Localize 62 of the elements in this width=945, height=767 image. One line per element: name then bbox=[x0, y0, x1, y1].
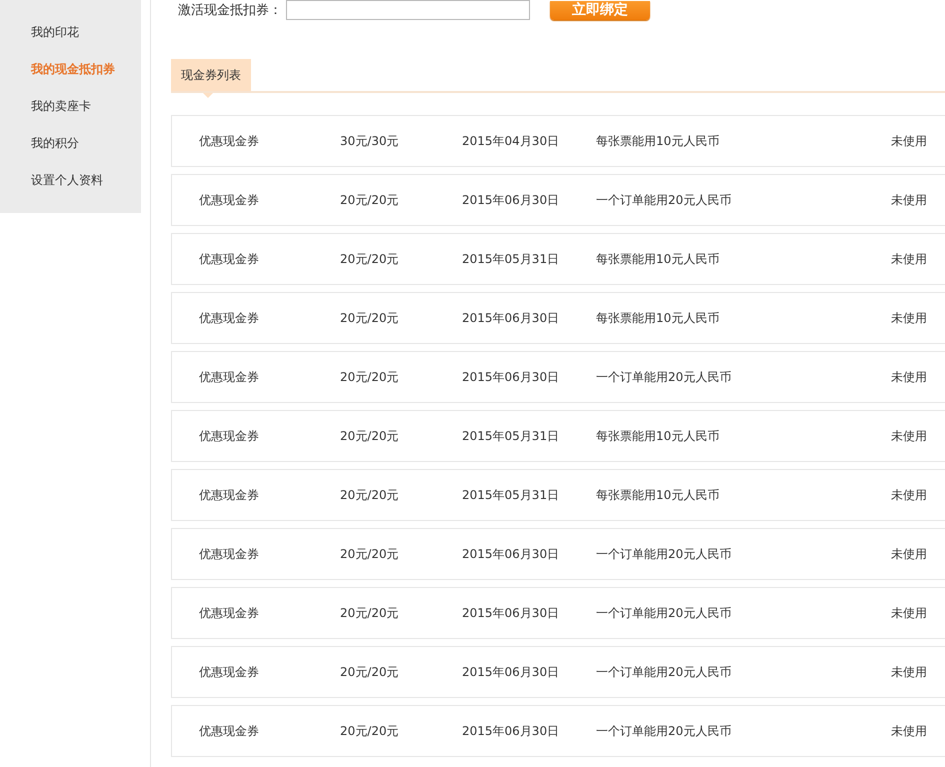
coupon-amount: 20元/20元 bbox=[340, 192, 400, 208]
coupon-name: 优惠现金券 bbox=[199, 368, 260, 386]
coupon-status: 未使用 bbox=[891, 722, 928, 740]
usage-rule: 一个订单能用20元人民币 bbox=[596, 664, 732, 680]
expiry-date: 2015年04月30日 bbox=[462, 132, 560, 150]
coupon-name: 优惠现金券 bbox=[199, 428, 260, 444]
expiry-date: 2015年05月31日 bbox=[462, 428, 560, 444]
coupon-amount: 20元/20元 bbox=[340, 428, 400, 444]
sidebar-item[interactable]: 我的印花 bbox=[0, 20, 141, 57]
usage-rule: 每张票能用10元人民币 bbox=[596, 132, 720, 150]
expiry-date: 2015年06月30日 bbox=[462, 546, 560, 562]
coupon-amount: 20元/20元 bbox=[340, 604, 400, 622]
coupon-name: 优惠现金券 bbox=[199, 192, 260, 208]
usage-rule: 一个订单能用20元人民币 bbox=[596, 546, 732, 562]
coupon-amount: 20元/20元 bbox=[340, 664, 400, 680]
sidebar-item[interactable]: 设置个人资料 bbox=[0, 168, 141, 205]
usage-rule: 一个订单能用20元人民币 bbox=[596, 604, 732, 622]
tab[interactable]: 现金券列表 bbox=[171, 59, 251, 98]
coupon-amount: 20元/20元 bbox=[340, 486, 400, 504]
coupon-status: 未使用 bbox=[891, 310, 928, 326]
expiry-date: 2015年06月30日 bbox=[462, 664, 560, 680]
coupon-name: 优惠现金券 bbox=[199, 132, 260, 150]
coupon-status: 未使用 bbox=[891, 486, 928, 504]
coupon-name: 优惠现金券 bbox=[199, 722, 260, 740]
coupon-name: 优惠现金券 bbox=[199, 664, 260, 680]
coupon-name: 优惠现金券 bbox=[199, 250, 260, 268]
usage-rule: 每张票能用10元人民币 bbox=[596, 486, 720, 504]
expiry-date: 2015年05月31日 bbox=[462, 486, 560, 504]
coupon-amount: 20元/20元 bbox=[340, 310, 400, 326]
sidebar-item[interactable]: 我的积分 bbox=[0, 131, 141, 168]
expiry-date: 2015年06月30日 bbox=[462, 310, 560, 326]
coupon-amount: 20元/20元 bbox=[340, 250, 400, 268]
usage-rule: 每张票能用10元人民币 bbox=[596, 310, 720, 326]
expiry-date: 2015年06月30日 bbox=[462, 192, 560, 208]
coupon-status: 未使用 bbox=[891, 664, 928, 680]
coupon-status: 未使用 bbox=[891, 250, 928, 268]
coupon-amount: 30元/30元 bbox=[340, 132, 400, 150]
expiry-date: 2015年05月31日 bbox=[462, 250, 560, 268]
usage-rule: 每张票能用10元人民币 bbox=[596, 250, 720, 268]
field-label: 激活现金抵扣券： bbox=[178, 2, 282, 19]
expiry-date: 2015年06月30日 bbox=[462, 604, 560, 622]
coupon-status: 未使用 bbox=[891, 192, 928, 208]
coupon-status: 未使用 bbox=[891, 428, 928, 444]
coupon-name: 优惠现金券 bbox=[199, 486, 260, 504]
expiry-date: 2015年06月30日 bbox=[462, 368, 560, 386]
coupon-name: 优惠现金券 bbox=[199, 604, 260, 622]
coupon-status: 未使用 bbox=[891, 132, 928, 150]
coupon-name: 优惠现金券 bbox=[199, 310, 260, 326]
coupon-code-field[interactable] bbox=[286, 0, 530, 20]
coupon-amount: 20元/20元 bbox=[340, 722, 400, 740]
coupon-name: 优惠现金券 bbox=[199, 546, 260, 562]
coupon-status: 未使用 bbox=[891, 546, 928, 562]
coupon-status: 未使用 bbox=[891, 604, 928, 622]
usage-rule: 一个订单能用20元人民币 bbox=[596, 192, 732, 208]
sidebar-item[interactable]: 我的卖座卡 bbox=[0, 94, 141, 131]
expiry-date: 2015年06月30日 bbox=[462, 722, 560, 740]
usage-rule: 每张票能用10元人民币 bbox=[596, 428, 720, 444]
usage-rule: 一个订单能用20元人民币 bbox=[596, 368, 732, 386]
coupon-amount: 20元/20元 bbox=[340, 368, 400, 386]
usage-rule: 一个订单能用20元人民币 bbox=[596, 722, 732, 740]
coupon-amount: 20元/20元 bbox=[340, 546, 400, 562]
coupon-status: 未使用 bbox=[891, 368, 928, 386]
